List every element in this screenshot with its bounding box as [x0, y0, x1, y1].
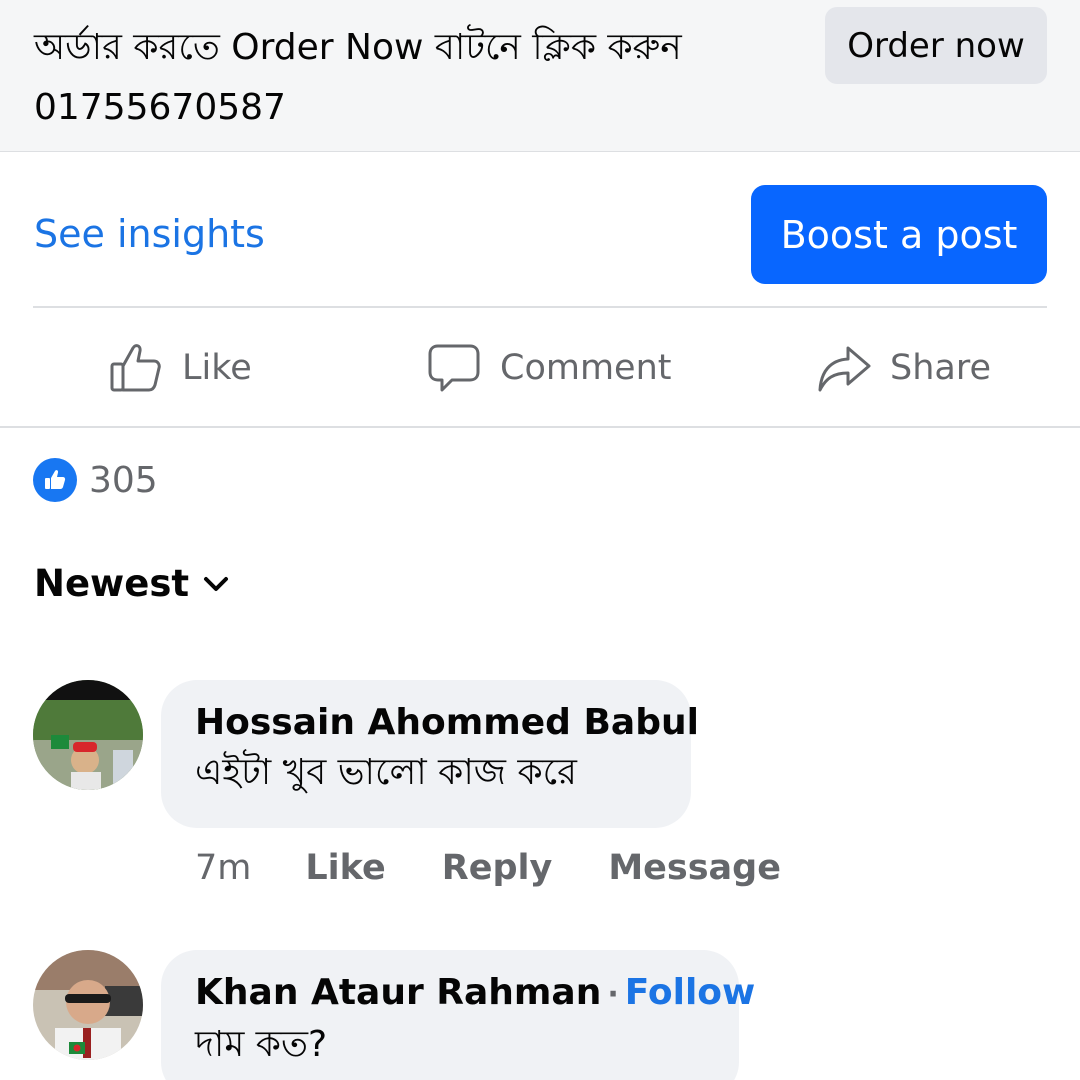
comment-bubble: Hossain Ahommed Babul এইটা খুব ভালো কাজ … [161, 680, 699, 828]
like-label: Like [182, 348, 252, 388]
share-icon [818, 346, 871, 392]
comment-item: Hossain Ahommed Babul এইটা খুব ভালো কাজ … [33, 680, 1047, 900]
post-actions-bar: Like Comment Share [0, 308, 1080, 428]
comment-text: এইটা খুব ভালো কাজ করে [195, 752, 577, 793]
comment-author-line: Khan Ataur Rahman · Follow [195, 970, 755, 1018]
sort-label: Newest [34, 562, 190, 605]
comment-actions: 7m Like Reply Message [195, 848, 837, 888]
like-button[interactable]: Like [108, 308, 252, 428]
post-cta-text: অর্ডার করতে Order Now বাটনে ক্লিক করুন 0… [34, 18, 804, 138]
comment-author[interactable]: Hossain Ahommed Babul [195, 700, 699, 746]
comment-item: Khan Ataur Rahman · Follow দাম কত? [33, 950, 1047, 1080]
post-cta-phone: 01755670587 [34, 87, 286, 128]
separator-dot: · [607, 977, 619, 1012]
order-now-button[interactable]: Order now [825, 7, 1047, 84]
share-button[interactable]: Share [816, 308, 991, 428]
follow-link[interactable]: Follow [625, 972, 756, 1013]
comment-message-link[interactable]: Message [608, 848, 781, 888]
chevron-down-icon [204, 576, 229, 591]
reactions-summary[interactable]: 305 [33, 458, 158, 502]
see-insights-link[interactable]: See insights [34, 212, 265, 256]
comment-like-link[interactable]: Like [305, 848, 385, 888]
comment-reply-link[interactable]: Reply [442, 848, 553, 888]
comment-label: Comment [500, 348, 672, 388]
reaction-count: 305 [89, 459, 158, 501]
post-cta-line1: অর্ডার করতে Order Now বাটনে ক্লিক করুন [34, 27, 682, 68]
insights-row: See insights Boost a post [0, 152, 1080, 307]
comment-bubble: Khan Ataur Rahman · Follow দাম কত? [161, 950, 755, 1080]
share-label: Share [890, 348, 992, 388]
comment-button[interactable]: Comment [426, 308, 671, 428]
comment-author[interactable]: Khan Ataur Rahman [195, 972, 601, 1013]
avatar[interactable] [33, 680, 143, 790]
boost-post-button[interactable]: Boost a post [751, 185, 1047, 284]
comment-icon [428, 344, 480, 392]
comment-time[interactable]: 7m [195, 848, 251, 888]
avatar[interactable] [33, 950, 143, 1060]
post-cta-bar: অর্ডার করতে Order Now বাটনে ক্লিক করুন 0… [0, 0, 1080, 152]
like-reaction-icon [33, 458, 77, 502]
comment-text: দাম কত? [195, 1024, 328, 1065]
thumbs-up-icon [110, 344, 161, 392]
comment-sort-dropdown[interactable]: Newest [34, 562, 229, 605]
